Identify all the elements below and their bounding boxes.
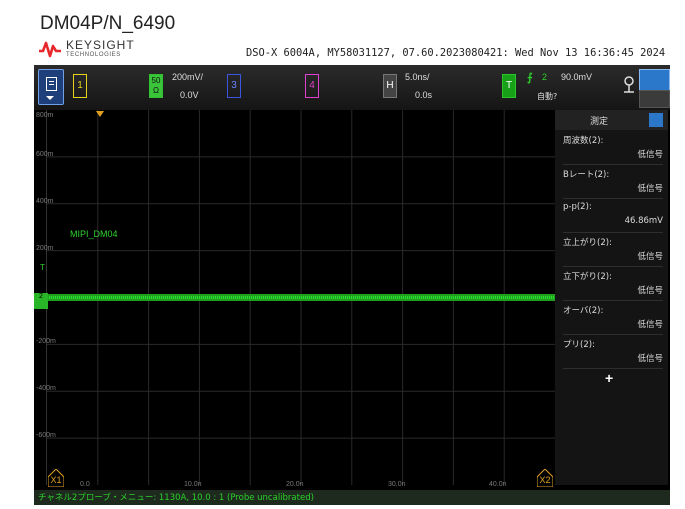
x-tick-label: 30.0n (388, 481, 406, 488)
brand-name: KEYSIGHT (66, 38, 135, 52)
measurement-frequency[interactable]: 周波数(2): 低信号 (563, 132, 663, 165)
display-mode-button[interactable] (639, 69, 670, 91)
measurements-panel: 測定 周波数(2): 低信号 Bレート(2): 低信号 p-p(2): 46.8… (555, 110, 668, 485)
measurements-menu-icon[interactable] (649, 113, 663, 127)
y-tick-label: 200m (36, 245, 54, 252)
zoom-button[interactable] (639, 90, 670, 108)
measurement-peak-to-peak[interactable]: p-p(2): 46.86mV (563, 200, 663, 233)
trigger-level-marker[interactable]: T (40, 264, 45, 272)
measurement-fall-time[interactable]: 立下がり(2): 低信号 (563, 268, 663, 301)
trigger-source: 2 (542, 72, 548, 82)
main-menu-button[interactable] (38, 69, 64, 105)
scope-topbar: 1 50 Ω 200mV/ 0.0V 3 4 H 5.0ns/ 0.0s T ⨍… (34, 65, 670, 110)
measurement-name: 立上がり(2): (563, 238, 612, 248)
menu-icon (46, 77, 57, 91)
measurement-value: 低信号 (637, 150, 663, 160)
keysight-wave-icon (39, 41, 61, 58)
status-text: チャネル2プローブ・メニュー: 1130A, 10.0 : 1 (Probe u… (38, 493, 314, 503)
trigger-level[interactable]: 90.0mV (561, 72, 592, 82)
cursor-x2-label: X2 (539, 475, 551, 485)
x-tick-label: 40.0n (489, 481, 507, 488)
channel-2-label: MIPI_DM04 (70, 229, 118, 239)
status-bar: チャネル2プローブ・メニュー: 1130A, 10.0 : 1 (Probe u… (34, 490, 670, 505)
trigger-position-marker[interactable] (96, 111, 104, 117)
channel-2-offset[interactable]: 0.0V (180, 90, 199, 100)
measurement-value: 低信号 (637, 354, 663, 364)
x-tick-label: 0.0 (80, 481, 90, 488)
measurement-value: 低信号 (637, 252, 663, 262)
trigger-mode[interactable]: 自動? (537, 91, 557, 102)
measurement-rise-time[interactable]: 立上がり(2): 低信号 (563, 234, 663, 267)
probe-icon[interactable] (622, 75, 636, 95)
trigger-button[interactable]: T (502, 74, 516, 98)
measurements-title: 測定 (590, 117, 609, 127)
measurement-bit-rate[interactable]: Bレート(2): 低信号 (563, 166, 663, 199)
measurement-name: プリ(2): (563, 340, 595, 350)
measurement-name: 周波数(2): (563, 136, 604, 146)
brand-sub: TECHNOLOGIES (66, 52, 121, 58)
measurement-name: 立下がり(2): (563, 272, 612, 282)
channel-3-button[interactable]: 3 (227, 74, 241, 98)
measurement-name: p-p(2): (563, 202, 592, 212)
document-title: DM04P/N_6490 (40, 13, 176, 34)
x-tick-label: 10.0n (184, 481, 202, 488)
cursor-x1-label: X1 (50, 475, 62, 485)
horizontal-scale[interactable]: 5.0ns/ (405, 72, 430, 82)
oscilloscope-screen: 1 50 Ω 200mV/ 0.0V 3 4 H 5.0ns/ 0.0s T ⨍… (34, 65, 670, 505)
instrument-info: DSO-X 6004A, MY58031127, 07.60.202308042… (246, 47, 666, 59)
channel-2-scale[interactable]: 200mV/ (172, 72, 203, 82)
measurement-value: 低信号 (637, 320, 663, 330)
channel-2-ground-marker[interactable]: 2 (34, 293, 48, 309)
y-tick-label: -200m (36, 338, 56, 345)
trigger-slope-icon: ⨍ (527, 72, 533, 84)
waveform-grid[interactable] (46, 110, 555, 485)
measurements-header: 測定 (555, 110, 668, 130)
measurement-name: オーバ(2): (563, 306, 604, 316)
channel-4-button[interactable]: 4 (305, 74, 319, 98)
y-tick-label: -400m (36, 385, 56, 392)
channel-2-impedance: 50 Ω (151, 76, 161, 95)
channel-1-button[interactable]: 1 (73, 74, 87, 98)
channel-2-button[interactable]: 50 Ω (149, 74, 163, 98)
add-measurement-button[interactable]: + (605, 370, 613, 386)
x-tick-label: 20.0n (286, 481, 304, 488)
measurement-preshoot[interactable]: プリ(2): 低信号 (563, 336, 663, 369)
measurement-overshoot[interactable]: オーバ(2): 低信号 (563, 302, 663, 335)
cursor-x1-marker[interactable]: X1 (48, 469, 64, 487)
y-tick-label: 400m (36, 198, 54, 205)
y-tick-label: 600m (36, 151, 54, 158)
measurement-value: 46.86mV (624, 216, 663, 226)
channel-2-trace (47, 294, 555, 301)
measurement-value: 低信号 (637, 286, 663, 296)
horizontal-delay[interactable]: 0.0s (415, 90, 432, 100)
y-tick-label: -600m (36, 432, 56, 439)
measurement-value: 低信号 (637, 184, 663, 194)
y-tick-label: 800m (36, 112, 54, 119)
measurement-name: Bレート(2): (563, 170, 610, 180)
cursor-x2-marker[interactable]: X2 (537, 469, 553, 487)
horizontal-button[interactable]: H (383, 74, 397, 98)
chevron-down-icon (46, 96, 54, 100)
